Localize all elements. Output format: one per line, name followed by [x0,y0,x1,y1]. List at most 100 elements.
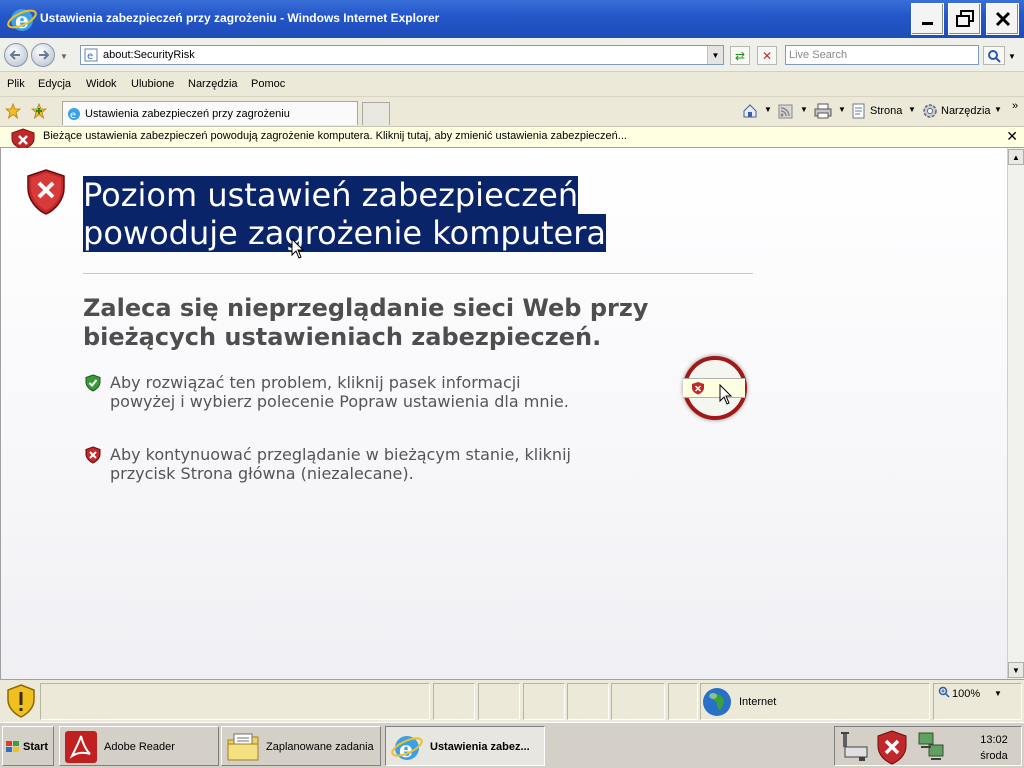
address-input[interactable]: e about:SecurityRisk ▼ [80,45,724,65]
menu-bar: Plik Edycja Widok Ulubione Narzędzia Pom… [0,73,1024,97]
status-panel-2 [478,683,520,720]
internet-explorer-taskbar-icon: e [391,736,423,763]
menu-favorites[interactable]: Ulubione [131,78,174,90]
windows-logo-icon [6,741,19,752]
safely-remove-hardware-icon[interactable] [837,729,873,765]
continue-browsing-tip-line2: przycisk Strona główna (niezalecane). [110,464,414,483]
security-status-shield-icon[interactable] [5,683,37,719]
refresh-button[interactable]: ⇄ [730,46,750,65]
tools-menu-dropdown[interactable]: ▼ [994,105,1002,114]
print-dropdown[interactable]: ▼ [838,105,846,114]
page-menu-dropdown[interactable]: ▼ [908,105,916,114]
menu-tools[interactable]: Narzędzia [188,78,238,90]
taskbar-item-label: Ustawienia zabez... [430,741,530,753]
print-icon[interactable] [814,103,832,119]
favorites-star-icon[interactable] [5,103,21,119]
zoom-dropdown[interactable]: ▼ [994,689,1002,698]
taskbar-item-scheduled-tasks[interactable]: Zaplanowane zadania [221,726,381,766]
window-title: Ustawienia zabezpieczeń przy zagrożeniu … [40,11,440,25]
forward-button[interactable] [31,43,55,67]
menu-file[interactable]: Plik [7,78,25,90]
menu-help[interactable]: Pomoc [251,78,285,90]
security-zone-panel[interactable]: Internet [700,683,930,720]
status-text-panel [40,683,430,720]
tab-ie-icon: e [68,108,80,121]
refresh-icon: ⇄ [734,48,746,63]
address-dropdown-button[interactable]: ▼ [707,46,723,64]
fix-settings-tip-line1: Aby rozwiązać ten problem, kliknij pasek… [110,373,521,392]
stop-button[interactable]: ✕ [757,46,777,65]
information-bar-text: Bieżące ustawienia zabezpieczeń powodują… [43,130,627,142]
zoom-level: 100% [952,688,981,700]
search-input[interactable]: Live Search [785,45,979,65]
menu-view[interactable]: Widok [86,78,117,90]
small-red-shield-icon [85,446,101,464]
page-title-line2: powoduje zagrożenie komputera [83,214,606,252]
continue-browsing-tip-line1: Aby kontynuować przeglądanie w bieżącym … [110,445,571,464]
magnifier-pointer-icon [719,384,733,405]
security-warning-icon [11,128,35,149]
close-icon [995,11,1010,27]
menu-edit[interactable]: Edycja [38,78,71,90]
page-title-line1: Poziom ustawień zabezpieczeń [83,176,579,214]
vertical-scrollbar[interactable]: ▲ ▼ [1007,148,1024,679]
page-menu-icon [852,103,865,119]
text-cursor-pointer-icon [291,238,305,259]
search-icon [988,49,1001,63]
back-button[interactable] [4,43,28,67]
information-bar-close-icon[interactable]: ✕ [1006,128,1018,145]
scheduled-tasks-icon [227,733,259,761]
search-button[interactable] [983,46,1005,65]
toolbar-overflow-chevron-icon[interactable]: » [1012,100,1018,112]
clock[interactable]: 13:02 środa [969,732,1019,764]
address-toolbar: ▼ e about:SecurityRisk ▼ ⇄ ✕ Live Search… [0,38,1024,72]
recent-pages-dropdown[interactable]: ▼ [60,52,68,61]
close-button[interactable] [986,3,1019,35]
continue-browsing-tip: Aby kontynuować przeglądanie w bieżącym … [110,445,630,483]
search-placeholder: Live Search [789,49,848,61]
clock-day: środa [980,750,1008,762]
back-arrow-icon [9,50,20,60]
fix-settings-tip-line2: powyżej i wybierz polecenie Popraw ustaw… [110,392,569,411]
status-panel-6 [668,683,698,720]
status-panel-5 [611,683,665,720]
home-dropdown[interactable]: ▼ [764,105,772,114]
feeds-icon[interactable] [778,104,794,120]
start-label: Start [23,741,49,753]
fix-settings-tip: Aby rozwiązać ten problem, kliknij pasek… [110,373,630,411]
network-connections-icon[interactable] [915,729,949,765]
restore-button[interactable] [948,3,981,35]
new-tab-button[interactable] [362,102,390,125]
recommendation-heading: Zaleca się nieprzeglądanie sieci Web prz… [83,294,649,351]
page-menu-button[interactable]: Strona [870,105,902,117]
restore-icon [955,10,974,27]
title-bar: e Ustawienia zabezpieczeń przy zagrożeni… [0,0,1024,38]
home-icon[interactable] [742,103,758,119]
tools-menu-button[interactable]: Narzędzia [941,105,991,117]
globe-icon [703,688,731,716]
tab-security-settings[interactable]: e Ustawienia zabezpieczeń przy zagrożeni… [62,101,358,125]
clock-time: 13:02 [980,734,1008,746]
search-options-dropdown[interactable]: ▼ [1008,52,1016,61]
taskbar-item-adobe-reader[interactable]: Adobe Reader [59,726,219,766]
status-panel-3 [523,683,565,720]
taskbar-item-internet-explorer[interactable]: e Ustawienia zabez... [385,726,545,766]
internet-explorer-icon: e [7,8,37,34]
feeds-dropdown[interactable]: ▼ [800,105,808,114]
information-bar[interactable]: Bieżące ustawienia zabezpieczeń powodują… [0,127,1024,149]
divider [83,273,753,274]
minimize-button[interactable] [911,3,944,35]
scroll-up-button[interactable]: ▲ [1008,149,1024,165]
red-shield-icon [27,169,65,215]
adobe-reader-icon [65,731,97,763]
security-center-shield-icon[interactable] [875,729,909,765]
scroll-down-button[interactable]: ▼ [1008,662,1024,678]
status-bar: Internet 100% ▼ [0,679,1024,722]
page-icon: e [84,48,98,62]
forward-arrow-icon [39,50,50,60]
zoom-panel[interactable]: 100% ▼ [933,683,1022,720]
svg-text:e: e [87,51,93,62]
magnifier-shield-icon [692,382,704,395]
add-favorites-icon[interactable] [31,103,47,119]
start-button[interactable]: Start [2,726,54,766]
